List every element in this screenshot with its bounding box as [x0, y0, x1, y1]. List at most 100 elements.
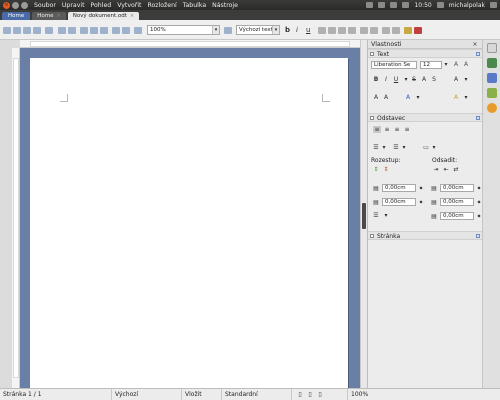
close-window-button[interactable]: × — [3, 1, 10, 9]
spinner-icon[interactable]: ◆ — [417, 184, 425, 191]
more-options-icon[interactable] — [476, 52, 480, 56]
more-options-icon[interactable] — [476, 116, 480, 120]
align-center-icon[interactable]: ≡ — [383, 126, 391, 133]
shrink-font-icon[interactable]: A — [462, 61, 470, 68]
paragraph-style-select[interactable]: Výchozí text ▾ — [236, 25, 280, 35]
properties-tab-icon[interactable] — [487, 43, 497, 53]
print-icon[interactable] — [58, 27, 66, 34]
decrease-indent-icon[interactable]: ⇤ — [442, 166, 450, 173]
functions-tab-icon[interactable] — [487, 103, 497, 113]
tab-home-1[interactable]: Home — [2, 12, 31, 20]
minimize-window-button[interactable] — [12, 1, 19, 9]
spinner-icon[interactable]: ◆ — [417, 198, 425, 205]
chevron-down-icon[interactable]: ▾ — [402, 76, 410, 83]
tab-home-2[interactable]: Home × — [32, 12, 66, 20]
font-size-field[interactable]: 12 — [420, 61, 442, 69]
bold-icon[interactable]: B — [372, 76, 380, 83]
maximize-window-button[interactable] — [21, 1, 28, 9]
edit-icon[interactable] — [45, 27, 53, 34]
numbering-icon[interactable]: ☰ — [392, 144, 400, 151]
open-icon[interactable] — [13, 27, 21, 34]
paste-icon[interactable] — [100, 27, 108, 34]
shadow-icon[interactable]: S — [430, 76, 438, 83]
paragraph-section-header[interactable]: Odstavec — [368, 113, 483, 122]
undo-icon[interactable] — [112, 27, 120, 34]
overline-icon[interactable]: A — [420, 76, 428, 83]
volume-icon[interactable] — [402, 2, 410, 8]
bullets-icon[interactable] — [370, 27, 378, 34]
decrease-spacing-icon[interactable]: ⇕ — [382, 166, 390, 173]
zoom-select[interactable]: 100% ▾ — [147, 25, 220, 35]
clear-format-icon[interactable]: A — [452, 76, 460, 83]
justify-icon[interactable] — [348, 27, 356, 34]
network-icon[interactable] — [366, 2, 374, 8]
underline-button[interactable]: u — [306, 26, 310, 34]
subscript-icon[interactable]: A — [382, 94, 390, 101]
increase-indent-icon[interactable]: ⇥ — [432, 166, 440, 173]
highlight-icon[interactable] — [404, 27, 412, 34]
view-layout[interactable]: ▯ ▯ ▯ — [292, 389, 348, 400]
align-left-icon[interactable]: ≡ — [373, 126, 381, 133]
chevron-down-icon[interactable]: ▾ — [462, 94, 470, 101]
indent-increase-icon[interactable] — [392, 27, 400, 34]
before-indent-field[interactable]: 0,00cm — [440, 184, 474, 192]
paragraph-background-icon[interactable]: ▭ — [422, 144, 430, 151]
align-right-icon[interactable]: ≡ — [393, 126, 401, 133]
gallery-tab-icon[interactable] — [487, 73, 497, 83]
bullets-icon[interactable]: ☰ — [372, 144, 380, 151]
two-page-icon[interactable]: ▯ — [306, 391, 314, 398]
grow-font-icon[interactable]: A — [452, 61, 460, 68]
chevron-down-icon[interactable]: ▾ — [382, 212, 390, 219]
zoom-level[interactable]: 100% — [348, 389, 500, 400]
superscript-icon[interactable]: A — [372, 94, 380, 101]
page-style[interactable]: Výchozí — [112, 389, 182, 400]
collapse-icon[interactable] — [370, 116, 374, 120]
indent-decrease-icon[interactable] — [382, 27, 390, 34]
increase-spacing-icon[interactable]: ⇕ — [372, 166, 380, 173]
collapse-icon[interactable] — [370, 52, 374, 56]
cut-icon[interactable] — [80, 27, 88, 34]
styles-icon[interactable] — [224, 27, 232, 34]
mail-icon[interactable] — [378, 2, 386, 8]
strikethrough-icon[interactable]: S — [410, 76, 418, 83]
user-name[interactable]: michalpolak — [449, 2, 485, 9]
underline-icon[interactable]: U — [392, 76, 400, 83]
menu-view[interactable]: Pohled — [91, 2, 112, 9]
menu-file[interactable]: Soubor — [34, 2, 56, 9]
font-color-icon[interactable] — [414, 27, 422, 34]
text-section-header[interactable]: Text — [368, 49, 483, 58]
below-spacing-field[interactable]: 0,00cm — [382, 198, 416, 206]
battery-icon[interactable] — [390, 2, 398, 8]
export-icon[interactable] — [33, 27, 41, 34]
page-section-header[interactable]: Stránka — [368, 231, 483, 240]
table-icon[interactable] — [134, 27, 142, 34]
chevron-down-icon[interactable]: ▾ — [380, 144, 388, 151]
close-sidebar-icon[interactable]: × — [471, 41, 479, 48]
italic-icon[interactable]: I — [382, 76, 390, 83]
vertical-scrollbar[interactable] — [360, 40, 367, 388]
expand-icon[interactable] — [370, 234, 374, 238]
align-right-icon[interactable] — [338, 27, 346, 34]
first-line-indent-field[interactable]: 0,00cm — [440, 212, 474, 220]
align-left-icon[interactable] — [318, 27, 326, 34]
above-spacing-field[interactable]: 0,00cm — [382, 184, 416, 192]
styles-tab-icon[interactable] — [487, 58, 497, 68]
chevron-down-icon[interactable]: ▾ — [430, 144, 438, 151]
menu-insert[interactable]: Vytvořit — [117, 2, 141, 9]
font-color-icon[interactable]: A — [452, 94, 460, 101]
justify-icon[interactable]: ≡ — [403, 126, 411, 133]
chevron-down-icon[interactable]: ▾ — [462, 76, 470, 83]
font-name-field[interactable]: Liberation Se — [371, 61, 417, 69]
chevron-down-icon[interactable]: ▾ — [400, 144, 408, 151]
hanging-indent-icon[interactable]: ⇄ — [452, 166, 460, 173]
document-page[interactable] — [30, 58, 348, 388]
char-spacing-icon[interactable]: A — [404, 94, 412, 101]
selection-mode[interactable]: Standardní — [222, 389, 292, 400]
page-count[interactable]: Stránka 1 / 1 — [0, 389, 112, 400]
close-icon[interactable]: × — [57, 12, 61, 20]
chevron-down-icon[interactable]: ▾ — [442, 61, 450, 68]
chevron-down-icon[interactable]: ▾ — [414, 94, 422, 101]
redo-icon[interactable] — [122, 27, 130, 34]
bold-button[interactable]: b — [285, 26, 290, 34]
more-options-icon[interactable] — [476, 234, 480, 238]
